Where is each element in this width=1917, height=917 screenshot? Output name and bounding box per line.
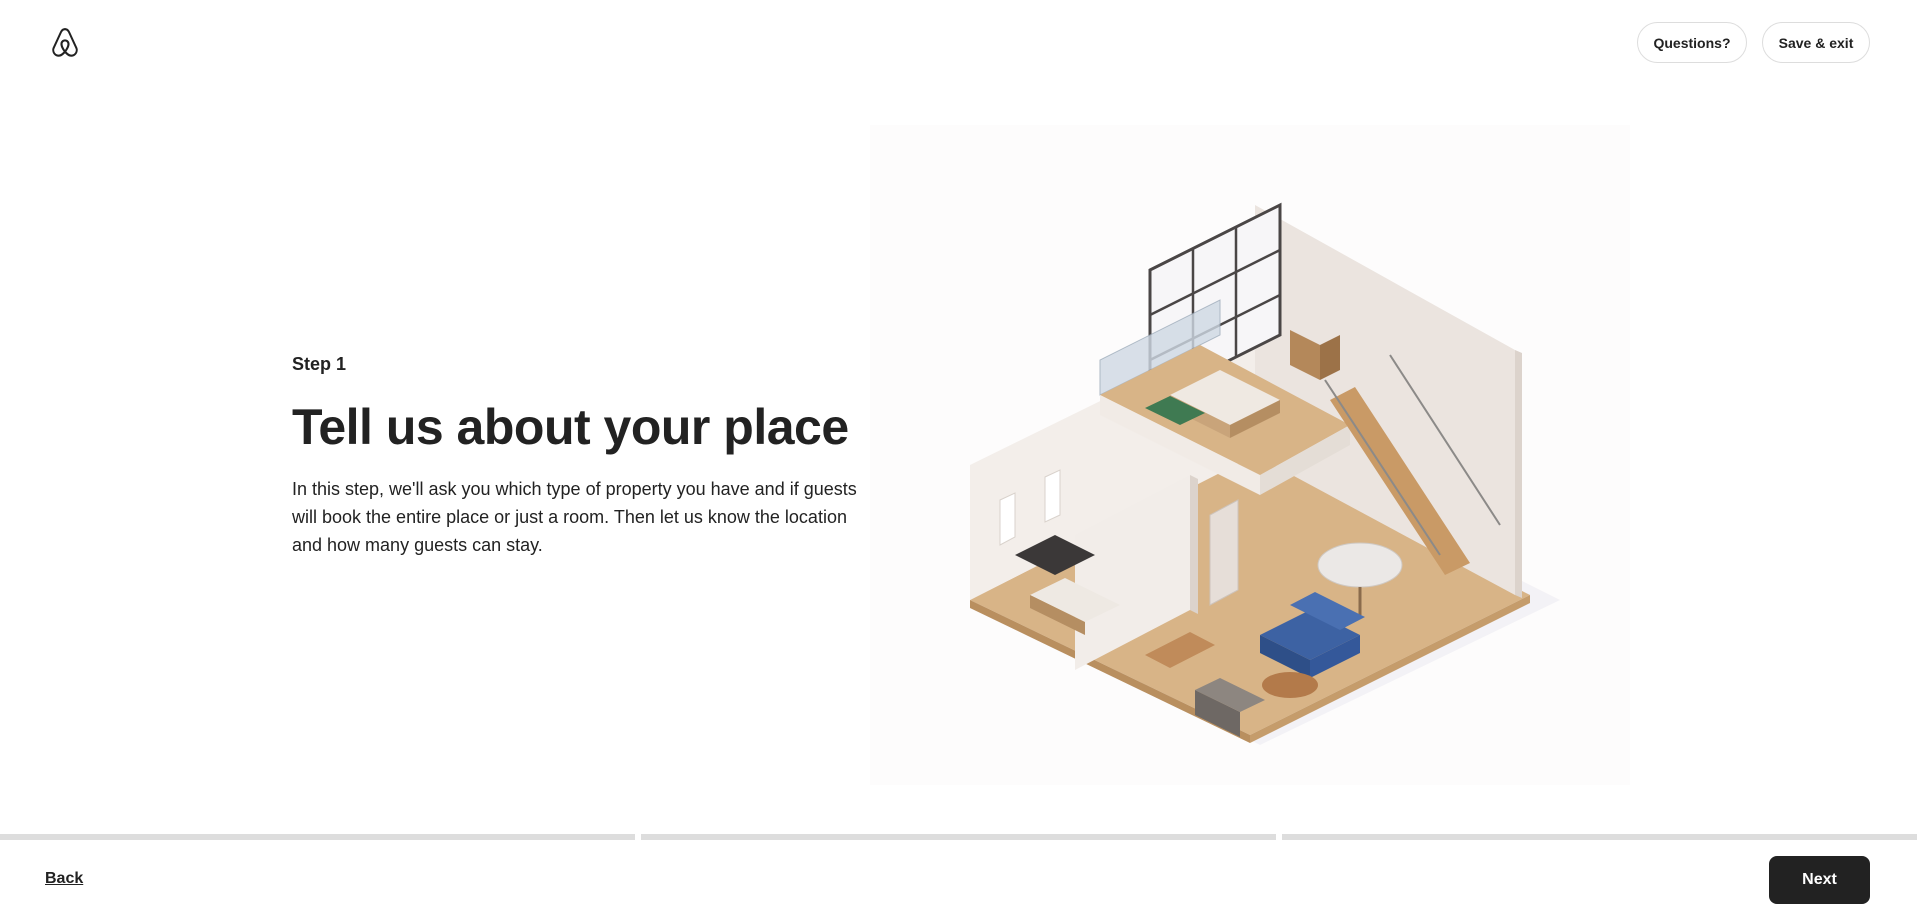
header: Questions? Save & exit (0, 0, 1917, 88)
step-label: Step 1 (292, 354, 347, 374)
next-button[interactable]: Next (1769, 856, 1870, 904)
page-title: Tell us about your place (292, 399, 849, 455)
questions-button[interactable]: Questions? (1637, 22, 1747, 63)
back-link[interactable]: Back (45, 870, 83, 888)
footer: Back Next (0, 840, 1917, 917)
airbnb-logo-icon[interactable] (48, 26, 82, 62)
step-description: In this step, we'll ask you which type o… (292, 479, 857, 555)
save-exit-button[interactable]: Save & exit (1762, 22, 1870, 63)
isometric-loft-illustration (870, 125, 1630, 785)
intro-section: Step 1 Tell us about your place In this … (292, 354, 872, 559)
